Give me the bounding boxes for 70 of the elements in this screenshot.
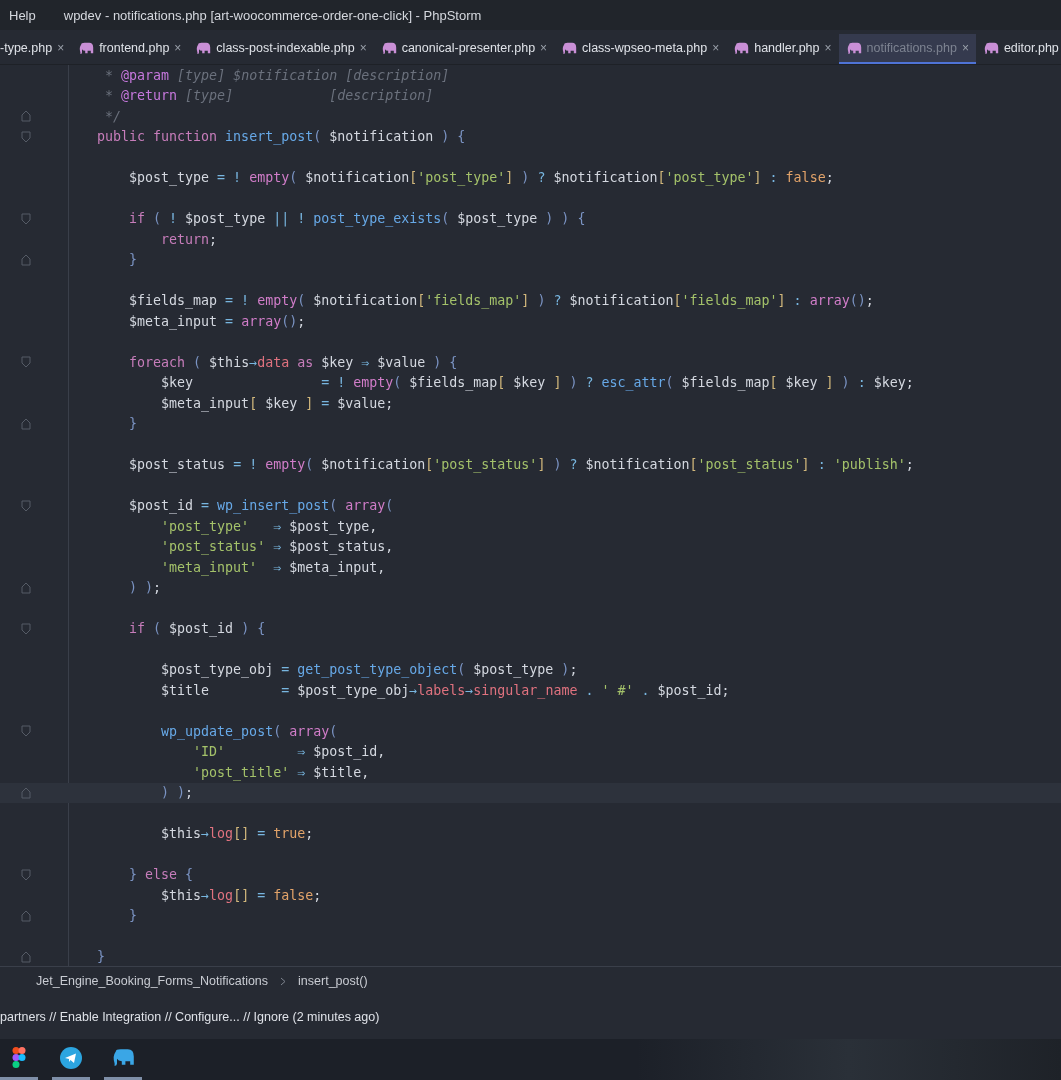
code-line: $post_type_obj = get_post_type_object( $post_type ); <box>160 662 578 678</box>
editor-tab[interactable]: class-wpseo-meta.php × <box>554 34 727 64</box>
code-line: public function insert_post( $notification ) { <box>96 129 466 145</box>
chevron-icon <box>280 976 287 986</box>
code-line: $post_id = wp_insert_post( array( <box>128 498 394 514</box>
fold-marker-icon[interactable] <box>21 253 31 266</box>
editor-tab[interactable]: canonical-presenter.php × <box>373 34 555 64</box>
editor-tab[interactable]: editor.php <box>975 34 1061 64</box>
close-icon[interactable]: × <box>824 41 832 55</box>
status-message: partners // Enable Integration // Configure... // Ignore (2 minutes ago) <box>0 1010 380 1024</box>
editor-tab[interactable]: -type.php × <box>0 34 72 64</box>
code-line: $this→log[] = true; <box>160 826 314 842</box>
editor-tab[interactable]: notifications.php × <box>838 34 976 64</box>
code-line: */ <box>104 108 122 124</box>
code-line: if ( ! $post_type || ! post_type_exists( $post_type ) ) { <box>128 211 586 227</box>
editor-tab[interactable]: handler.php × <box>726 34 839 64</box>
fold-marker-icon[interactable] <box>21 725 31 738</box>
code-line: ) ); <box>128 580 162 596</box>
code-line: $post_type = ! empty( $notification['post_type'] ) ? $notification['post_type'] : false; <box>128 170 834 186</box>
close-icon[interactable]: × <box>712 41 720 55</box>
code-line: $meta_input[ $key ] = $value; <box>160 395 394 411</box>
menu-item[interactable]: Help <box>9 7 36 23</box>
fold-marker-icon[interactable] <box>21 868 31 881</box>
fold-marker-icon[interactable] <box>21 622 31 635</box>
editor-tab[interactable]: frontend.php × <box>71 34 189 64</box>
close-icon[interactable]: × <box>540 41 548 55</box>
code-line: } <box>128 908 138 924</box>
close-icon[interactable]: × <box>57 41 65 55</box>
code-line: 'post_type' ⇒ $post_type, <box>160 518 378 534</box>
fold-marker-icon[interactable] <box>21 356 31 369</box>
breadcrumb-item[interactable]: insert_post() <box>298 974 368 988</box>
fold-marker-icon[interactable] <box>21 417 31 430</box>
code-line: $fields_map = ! empty( $notification['fields_map'] ) ? $notification['fields_map'] : array(); <box>128 293 874 309</box>
code-line: $meta_input = array(); <box>128 313 306 329</box>
editor-tab[interactable]: class-post-indexable.php × <box>188 34 374 64</box>
code-line: } <box>128 252 138 268</box>
elephant-icon <box>111 1048 135 1068</box>
fold-marker-icon[interactable] <box>21 909 31 922</box>
fold-marker-icon[interactable] <box>21 950 31 963</box>
close-icon[interactable]: × <box>961 41 969 55</box>
code-line: 'post_title' ⇒ $title, <box>192 764 370 780</box>
fold-marker-icon[interactable] <box>21 581 31 594</box>
code-line: $key = ! empty( $fields_map[ $key ] ) ? esc_attr( $fields_map[ $key ] ) : $key; <box>160 375 914 391</box>
code-line: $this→log[] = false; <box>160 887 322 903</box>
fold-marker-icon[interactable] <box>21 212 31 225</box>
close-icon[interactable]: × <box>359 41 367 55</box>
code-line: 'post_status' ⇒ $post_status, <box>160 539 394 555</box>
code-line: wp_update_post( array( <box>160 723 338 739</box>
fold-marker-icon[interactable] <box>21 499 31 512</box>
fold-marker-icon[interactable] <box>21 130 31 143</box>
code-line: $title = $post_type_obj→labels→singular_name . ' #' . $post_id; <box>160 682 730 698</box>
code-line: foreach ( $this→data as $key ⇒ $value ) { <box>128 354 458 370</box>
code-line: * @param [type] $notification [description] <box>104 67 450 83</box>
code-line: 'ID' ⇒ $post_id, <box>192 744 386 760</box>
fold-marker-icon[interactable] <box>21 786 31 799</box>
close-icon[interactable]: × <box>174 41 182 55</box>
code-line: ) ); <box>160 785 194 801</box>
code-line: * @return [type] [description] <box>104 88 434 104</box>
code-line: } else { <box>128 867 194 883</box>
paper-plane-icon <box>60 1047 82 1069</box>
window-title: wpdev - notifications.php [art-woocommerce-order-one-click] - PhpStorm <box>63 7 482 23</box>
colored-shapes-icon <box>12 1047 26 1069</box>
code-line: $post_status = ! empty( $notification['post_status'] ) ? $notification['post_status'] : 'publish'; <box>128 457 914 473</box>
code-line: 'meta_input' ⇒ $meta_input, <box>160 559 386 575</box>
breadcrumb-item[interactable]: Jet_Engine_Booking_Forms_Notifications <box>36 974 269 988</box>
fold-marker-icon[interactable] <box>21 110 31 123</box>
code-line: } <box>96 949 106 965</box>
code-line: return; <box>160 231 218 247</box>
code-line: if ( $post_id ) { <box>128 621 266 637</box>
code-line: } <box>128 416 138 432</box>
